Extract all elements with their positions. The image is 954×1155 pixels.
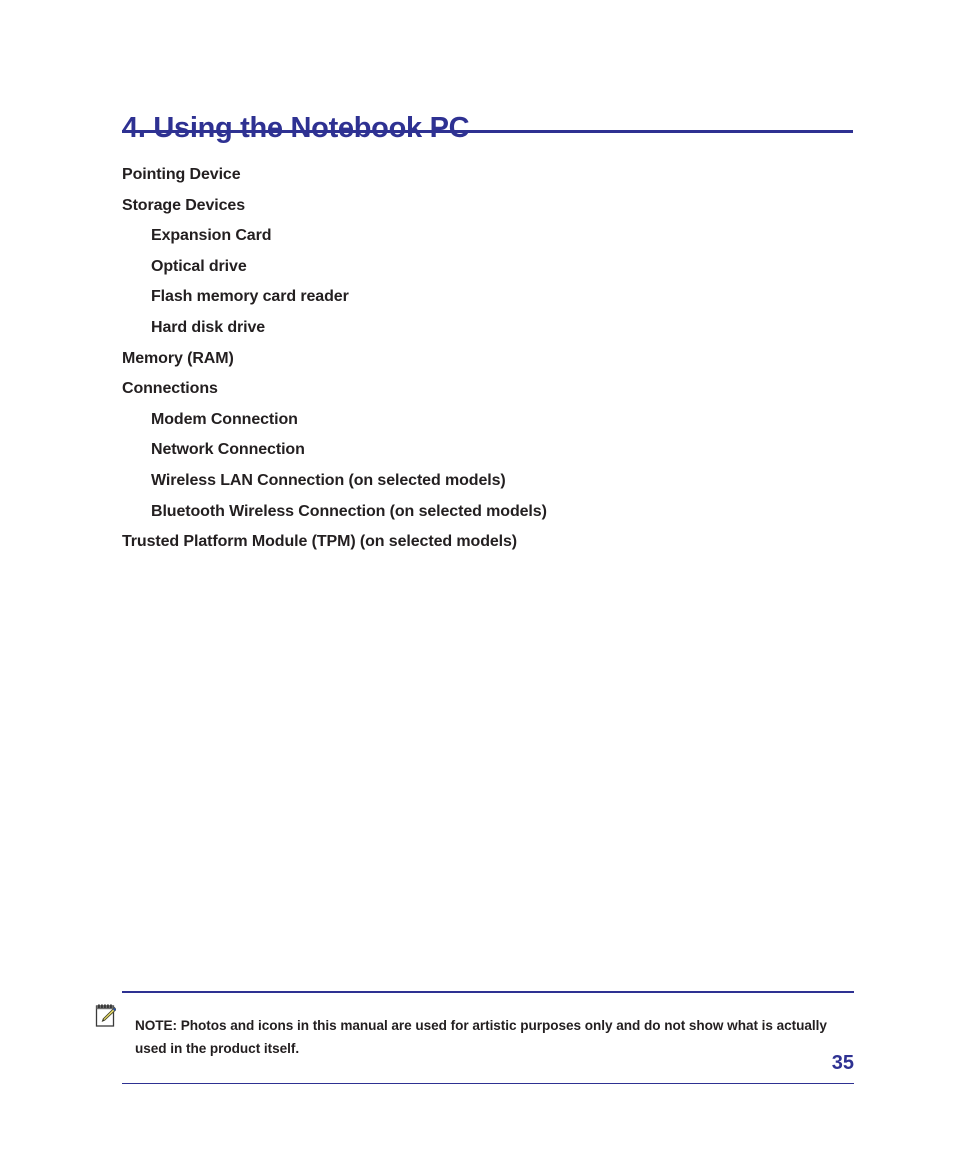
toc-item[interactable]: Memory (RAM) [122, 344, 882, 375]
toc-item[interactable]: Expansion Card [122, 221, 882, 252]
notepad-pencil-icon [95, 1003, 117, 1027]
note-block: NOTE: Photos and icons in this manual ar… [95, 991, 854, 1085]
table-of-contents: Pointing Device Storage Devices Expansion … [122, 160, 882, 558]
toc-item[interactable]: Modem Connection [122, 405, 882, 436]
page-title: 4. Using the Notebook PC [122, 112, 470, 145]
note-text: NOTE: Photos and icons in this manual ar… [135, 1018, 827, 1057]
page-number: 35 [831, 1052, 854, 1074]
toc-item[interactable]: Flash memory card reader [122, 282, 882, 313]
toc-item[interactable]: Hard disk drive [122, 313, 882, 344]
toc-item[interactable]: Optical drive [122, 252, 882, 283]
toc-item[interactable]: Wireless LAN Connection (on selected mod… [122, 466, 882, 497]
title-divider [122, 130, 853, 133]
toc-item[interactable]: Connections [122, 374, 882, 405]
note-body: NOTE: Photos and icons in this manual ar… [95, 993, 854, 1083]
document-page: 4. Using the Notebook PC Pointing Device… [0, 0, 954, 1155]
toc-item[interactable]: Network Connection [122, 435, 882, 466]
toc-item[interactable]: Storage Devices [122, 191, 882, 222]
toc-item[interactable]: Trusted Platform Module (TPM) (on select… [122, 527, 882, 558]
toc-item[interactable]: Pointing Device [122, 160, 882, 191]
toc-item[interactable]: Bluetooth Wireless Connection (on select… [122, 497, 882, 528]
note-bottom-divider [122, 1082, 854, 1085]
